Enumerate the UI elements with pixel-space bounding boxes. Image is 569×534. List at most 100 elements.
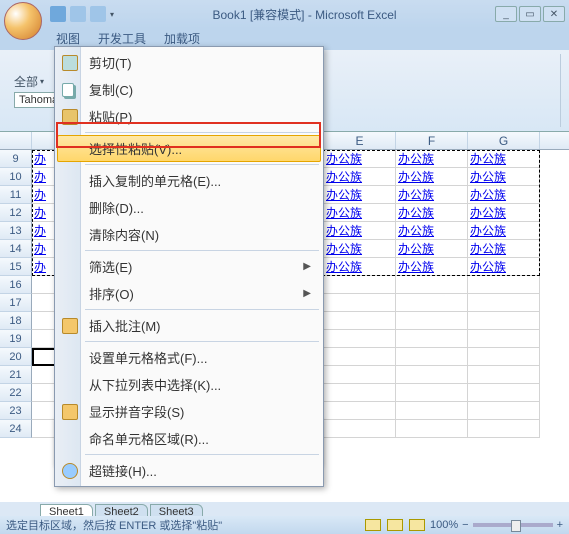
row-header[interactable]: 19: [0, 330, 32, 348]
context-menu-item[interactable]: 选择性粘贴(V)...: [57, 135, 321, 162]
cell[interactable]: [396, 312, 468, 330]
cell[interactable]: [468, 294, 540, 312]
cell[interactable]: [468, 276, 540, 294]
context-menu-item[interactable]: 设置单元格格式(F)...: [57, 344, 321, 371]
cell[interactable]: 办公族: [324, 258, 396, 276]
context-menu-item[interactable]: 显示拼音字段(S): [57, 398, 321, 425]
cell[interactable]: [324, 276, 396, 294]
zoom-level[interactable]: 100%: [430, 519, 458, 531]
zoom-slider[interactable]: [473, 523, 553, 527]
minimize-button[interactable]: _: [495, 6, 517, 22]
col-header[interactable]: G: [468, 132, 540, 149]
row-header[interactable]: 15: [0, 258, 32, 276]
cell[interactable]: 办公族: [324, 168, 396, 186]
cell[interactable]: 办公族: [468, 150, 540, 168]
context-menu-item[interactable]: 插入复制的单元格(E)...: [57, 167, 321, 194]
cell[interactable]: 办公族: [396, 222, 468, 240]
row-header[interactable]: 9: [0, 150, 32, 168]
row-header[interactable]: 21: [0, 366, 32, 384]
cell[interactable]: [396, 276, 468, 294]
cell[interactable]: [324, 420, 396, 438]
cell[interactable]: [396, 294, 468, 312]
undo-icon[interactable]: [70, 6, 86, 22]
context-menu-item[interactable]: 删除(D)...: [57, 194, 321, 221]
row-header[interactable]: 22: [0, 384, 32, 402]
cell[interactable]: 办公族: [468, 258, 540, 276]
maximize-button[interactable]: ▭: [519, 6, 541, 22]
menu-item-label: 粘贴(P): [89, 107, 132, 126]
cell[interactable]: 办公族: [396, 204, 468, 222]
cell[interactable]: 办公族: [324, 240, 396, 258]
cell[interactable]: [324, 330, 396, 348]
row-header[interactable]: 17: [0, 294, 32, 312]
cell[interactable]: 办公族: [396, 258, 468, 276]
context-menu-item[interactable]: 清除内容(N): [57, 221, 321, 248]
page-layout-view-icon[interactable]: [387, 519, 403, 531]
cell[interactable]: [468, 420, 540, 438]
row-header[interactable]: 20: [0, 348, 32, 366]
cell[interactable]: 办公族: [324, 204, 396, 222]
cell[interactable]: [396, 330, 468, 348]
row-header[interactable]: 12: [0, 204, 32, 222]
cell[interactable]: 办公族: [396, 240, 468, 258]
cell[interactable]: [324, 366, 396, 384]
context-menu-item[interactable]: 粘贴(P): [57, 103, 321, 130]
cell[interactable]: 办公族: [468, 168, 540, 186]
context-menu-item[interactable]: 排序(O)▶: [57, 280, 321, 307]
cell[interactable]: [324, 384, 396, 402]
cell[interactable]: 办公族: [468, 204, 540, 222]
row-header[interactable]: 14: [0, 240, 32, 258]
cell[interactable]: 办公族: [396, 186, 468, 204]
row-header[interactable]: 13: [0, 222, 32, 240]
cell[interactable]: 办公族: [324, 150, 396, 168]
menu-item-label: 超链接(H)...: [89, 461, 157, 480]
save-icon[interactable]: [50, 6, 66, 22]
context-menu-item[interactable]: 命名单元格区域(R)...: [57, 425, 321, 452]
close-button[interactable]: ✕: [543, 6, 565, 22]
context-menu-item[interactable]: 复制(C): [57, 76, 321, 103]
cell[interactable]: [396, 384, 468, 402]
chevron-down-icon[interactable]: ▾: [40, 77, 44, 86]
cell[interactable]: 办公族: [324, 186, 396, 204]
cell[interactable]: [396, 348, 468, 366]
cell[interactable]: 办公族: [468, 222, 540, 240]
row-header[interactable]: 23: [0, 402, 32, 420]
context-menu-item[interactable]: 剪切(T): [57, 49, 321, 76]
cell[interactable]: [396, 402, 468, 420]
cell[interactable]: [324, 402, 396, 420]
cell[interactable]: [468, 384, 540, 402]
row-header[interactable]: 16: [0, 276, 32, 294]
col-header[interactable]: F: [396, 132, 468, 149]
cell[interactable]: [324, 348, 396, 366]
row-header[interactable]: 24: [0, 420, 32, 438]
zoom-out-icon[interactable]: −: [462, 519, 468, 531]
context-menu-item[interactable]: 从下拉列表中选择(K)...: [57, 371, 321, 398]
cell[interactable]: [468, 348, 540, 366]
cell[interactable]: [468, 312, 540, 330]
row-header[interactable]: 18: [0, 312, 32, 330]
cell[interactable]: 办公族: [396, 150, 468, 168]
context-menu-item[interactable]: 插入批注(M): [57, 312, 321, 339]
row-header[interactable]: 10: [0, 168, 32, 186]
context-menu-item[interactable]: 筛选(E)▶: [57, 253, 321, 280]
cell[interactable]: 办公族: [468, 186, 540, 204]
redo-icon[interactable]: [90, 6, 106, 22]
cell[interactable]: [468, 366, 540, 384]
col-header[interactable]: E: [324, 132, 396, 149]
cell[interactable]: 办公族: [324, 222, 396, 240]
cell[interactable]: [396, 420, 468, 438]
row-header[interactable]: 11: [0, 186, 32, 204]
page-break-view-icon[interactable]: [409, 519, 425, 531]
cell[interactable]: [468, 402, 540, 420]
cell[interactable]: [324, 312, 396, 330]
cell[interactable]: [324, 294, 396, 312]
office-button[interactable]: [4, 2, 42, 40]
context-menu-item[interactable]: 超链接(H)...: [57, 457, 321, 484]
menu-item-label: 删除(D)...: [89, 198, 144, 217]
cell[interactable]: 办公族: [396, 168, 468, 186]
normal-view-icon[interactable]: [365, 519, 381, 531]
zoom-in-icon[interactable]: +: [557, 519, 563, 531]
cell[interactable]: 办公族: [468, 240, 540, 258]
cell[interactable]: [468, 330, 540, 348]
cell[interactable]: [396, 366, 468, 384]
